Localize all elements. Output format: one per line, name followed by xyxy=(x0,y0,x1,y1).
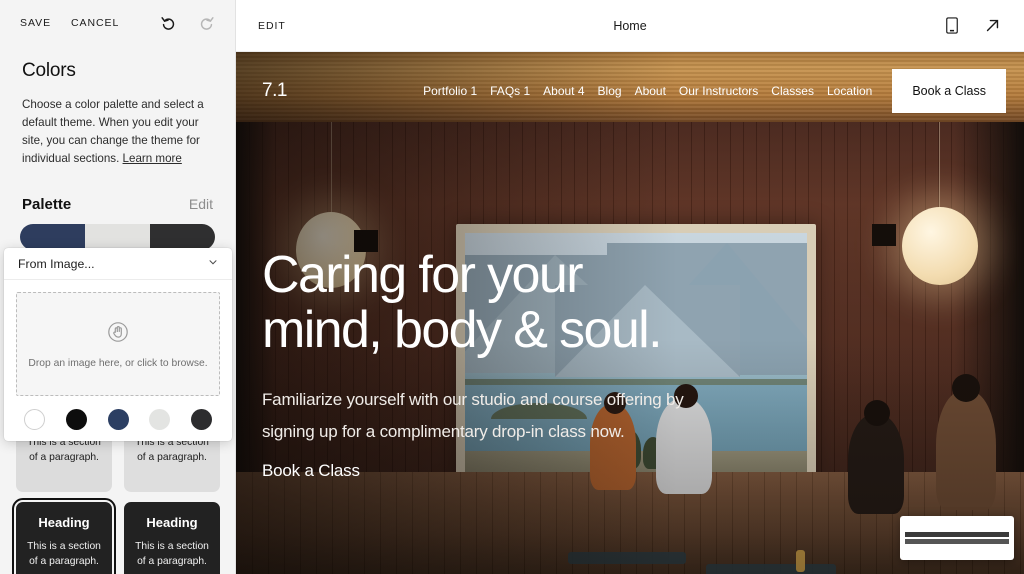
site-logo[interactable]: 7.1 xyxy=(262,80,287,102)
click-hand-icon xyxy=(106,320,130,349)
floating-card-row xyxy=(905,539,1009,544)
palette-section-header: Palette Edit xyxy=(0,168,235,213)
color-editor-screen: SAVE CANCEL Colors Choose a color palett… xyxy=(0,0,1024,574)
palette-preview-bar[interactable] xyxy=(20,223,215,250)
cancel-button[interactable]: CANCEL xyxy=(71,17,119,29)
nav-link-about-4[interactable]: About 4 xyxy=(543,84,584,98)
nav-link-faqs-1[interactable]: FAQs 1 xyxy=(490,84,530,98)
theme-dark-1[interactable]: Heading This is a section of a paragraph. xyxy=(12,498,116,574)
swatch-black[interactable] xyxy=(65,409,87,430)
swatch-white[interactable] xyxy=(24,409,45,430)
hero-section: 7.1 Portfolio 1 FAQs 1 About 4 Blog About Our… xyxy=(236,52,1024,574)
palette-source-select[interactable]: From Image... xyxy=(4,248,232,280)
image-dropzone[interactable]: Drop an image here, or click to browse. xyxy=(16,292,220,396)
nav-link-list: Portfolio 1 FAQs 1 About 4 Blog About Our Ins… xyxy=(423,84,872,98)
swatch-light-gray[interactable] xyxy=(149,409,171,430)
preview-topbar: EDIT Home xyxy=(236,0,1024,52)
learn-more-link[interactable]: Learn more xyxy=(123,152,182,165)
preview-edit-button[interactable]: EDIT xyxy=(258,20,286,32)
mobile-device-icon[interactable] xyxy=(942,16,962,36)
save-button[interactable]: SAVE xyxy=(20,17,51,29)
swatch-navy[interactable] xyxy=(107,409,129,430)
sidebar-toolbar: SAVE CANCEL xyxy=(0,0,235,46)
preview-page-title: Home xyxy=(613,18,647,33)
hero-paragraph: Familiarize yourself with our studio and… xyxy=(262,390,684,441)
palette-edit-button[interactable]: Edit xyxy=(189,196,213,212)
preview-topbar-actions xyxy=(942,16,1002,36)
palette-segment-2 xyxy=(150,223,215,250)
palette-source-value: From Image... xyxy=(18,256,95,271)
theme-heading: Heading xyxy=(146,515,198,530)
nav-link-classes[interactable]: Classes xyxy=(771,84,814,98)
nav-link-portfolio-1[interactable]: Portfolio 1 xyxy=(423,84,477,98)
floating-preview-card[interactable] xyxy=(900,516,1014,560)
palette-segment-0 xyxy=(20,223,85,250)
from-image-popover: From Image... Drop an image here, or cli… xyxy=(4,248,232,441)
editor-sidebar: SAVE CANCEL Colors Choose a color palett… xyxy=(0,0,236,574)
book-a-class-button[interactable]: Book a Class xyxy=(892,69,1006,113)
hero-book-a-class-link[interactable]: Book a Class xyxy=(262,461,360,481)
site-preview: EDIT Home 7.1 Portfolio 1 FAQs 1 About 4… xyxy=(236,0,1024,574)
nav-link-location[interactable]: Location xyxy=(827,84,872,98)
hero-copy: Caring for your mind, body & soul. Famil… xyxy=(262,246,692,481)
redo-icon[interactable] xyxy=(197,12,215,34)
theme-heading: Heading xyxy=(38,515,90,530)
extracted-swatch-row xyxy=(4,396,232,432)
undo-icon[interactable] xyxy=(159,12,177,34)
swatch-charcoal[interactable] xyxy=(191,409,212,430)
nav-link-about[interactable]: About xyxy=(635,84,666,98)
nav-link-blog[interactable]: Blog xyxy=(598,84,622,98)
palette-label: Palette xyxy=(22,195,72,213)
hero-heading: Caring for your mind, body & soul. xyxy=(262,246,663,360)
external-link-icon[interactable] xyxy=(982,16,1002,36)
chevron-down-icon xyxy=(207,255,219,273)
theme-paragraph: This is a section of a paragraph. xyxy=(135,541,209,567)
page-title: Colors xyxy=(22,60,76,81)
floating-card-row xyxy=(905,532,1009,537)
dropzone-label: Drop an image here, or click to browse. xyxy=(28,357,208,369)
theme-paragraph: This is a section of a paragraph. xyxy=(27,541,101,567)
panel-description: Choose a color palette and select a defa… xyxy=(0,82,235,168)
nav-link-our-instructors[interactable]: Our Instructors xyxy=(679,84,758,98)
palette-segment-1 xyxy=(85,223,150,250)
theme-dark-2[interactable]: Heading This is a section of a paragraph. xyxy=(124,502,220,574)
site-navigation: 7.1 Portfolio 1 FAQs 1 About 4 Blog About Our… xyxy=(236,52,1024,130)
